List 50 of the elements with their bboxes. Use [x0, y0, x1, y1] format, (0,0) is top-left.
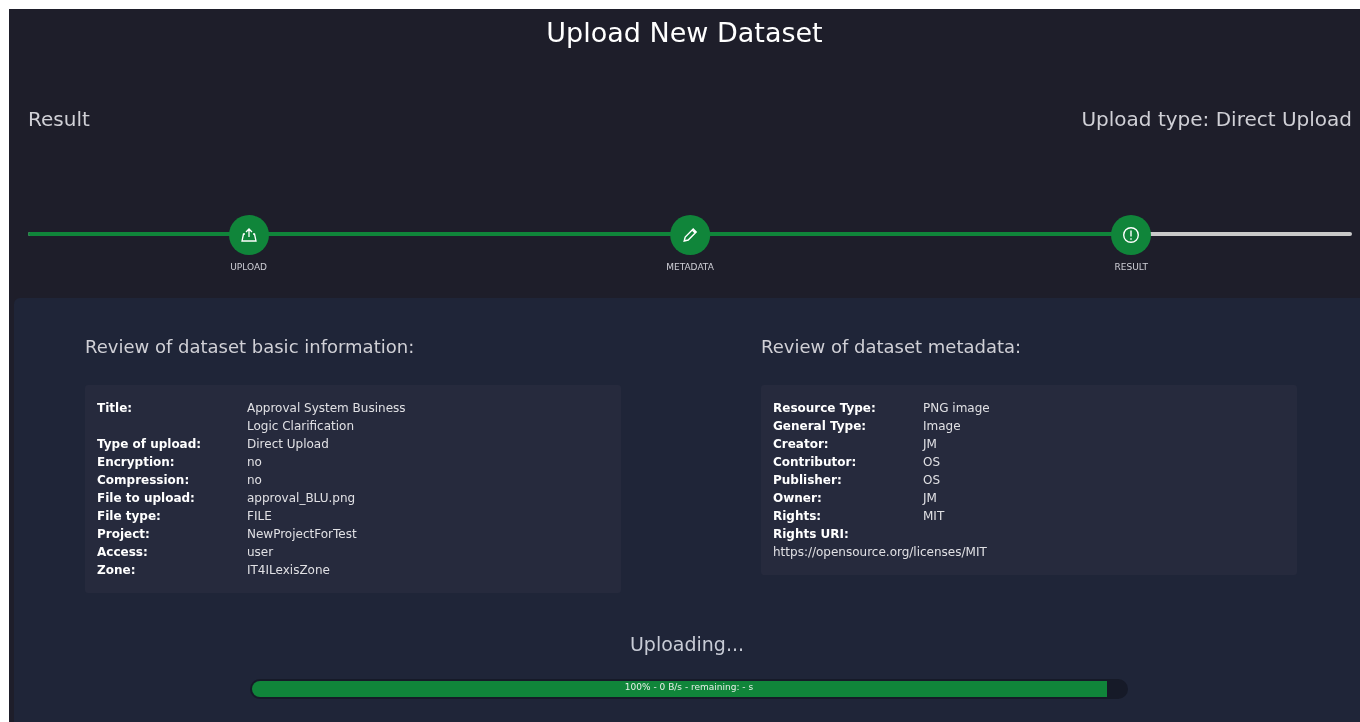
field-value: Image — [923, 418, 961, 435]
field-value: NewProjectForTest — [247, 526, 357, 543]
alert-icon — [1122, 226, 1141, 244]
step-label: METADATA — [666, 262, 714, 272]
field-label: Project: — [97, 526, 151, 543]
field-value: Direct Upload — [247, 436, 329, 453]
section-heading: Review of dataset metadata: — [761, 336, 1023, 357]
field-value: OS — [923, 472, 941, 489]
upload-status: Uploading... — [628, 633, 746, 655]
step-circle[interactable] — [670, 215, 710, 255]
field-value: user — [247, 544, 274, 561]
field-value: OS — [923, 454, 941, 471]
field-value: approval_BLU.png — [247, 490, 356, 507]
field-value: JM — [923, 436, 937, 453]
field-value: https://opensource.org/licenses/MIT — [773, 544, 987, 561]
step-circle[interactable] — [228, 215, 269, 255]
field-value: no — [247, 454, 262, 471]
upload-icon — [239, 226, 258, 244]
field-value: PNG image — [923, 400, 990, 417]
field-label: Type of upload: — [97, 436, 203, 453]
field-label: Access: — [97, 544, 149, 561]
field-label: Zone: — [97, 562, 137, 579]
field-label: Rights: — [773, 508, 823, 525]
field-label: File type: — [97, 508, 162, 525]
field-value: IT4ILexisZone — [247, 562, 330, 579]
progress-text: 100% - 0 B/s - remaining: - s — [623, 682, 755, 692]
section-heading: Review of dataset basic information: — [85, 336, 416, 357]
upload-type: Upload type: Direct Upload — [1081, 107, 1352, 131]
field-label: Rights URI: — [773, 526, 850, 543]
field-label: General Type: — [773, 418, 868, 435]
step-circle[interactable] — [1111, 215, 1152, 255]
field-value: MIT — [923, 508, 945, 525]
page-title: Upload New Dataset — [545, 16, 824, 50]
field-value: no — [247, 472, 262, 489]
step-label: RESULT — [1114, 262, 1149, 272]
section-title: Result — [28, 107, 90, 131]
field-value: Approval System Business Logic Clarification — [247, 400, 407, 435]
field-label: Owner: — [773, 490, 823, 507]
field-label: Title: — [97, 400, 134, 417]
field-label: Creator: — [773, 436, 830, 453]
field-label: Publisher: — [773, 472, 843, 489]
pencil-icon — [681, 226, 699, 244]
field-value: FILE — [247, 508, 272, 525]
field-label: File to upload: — [97, 490, 196, 507]
field-label: Resource Type: — [773, 400, 877, 417]
field-label: Compression: — [97, 472, 191, 489]
field-label: Contributor: — [773, 454, 858, 471]
field-value: JM — [923, 490, 937, 507]
step-label: UPLOAD — [230, 262, 267, 272]
field-label: Encryption: — [97, 454, 176, 471]
